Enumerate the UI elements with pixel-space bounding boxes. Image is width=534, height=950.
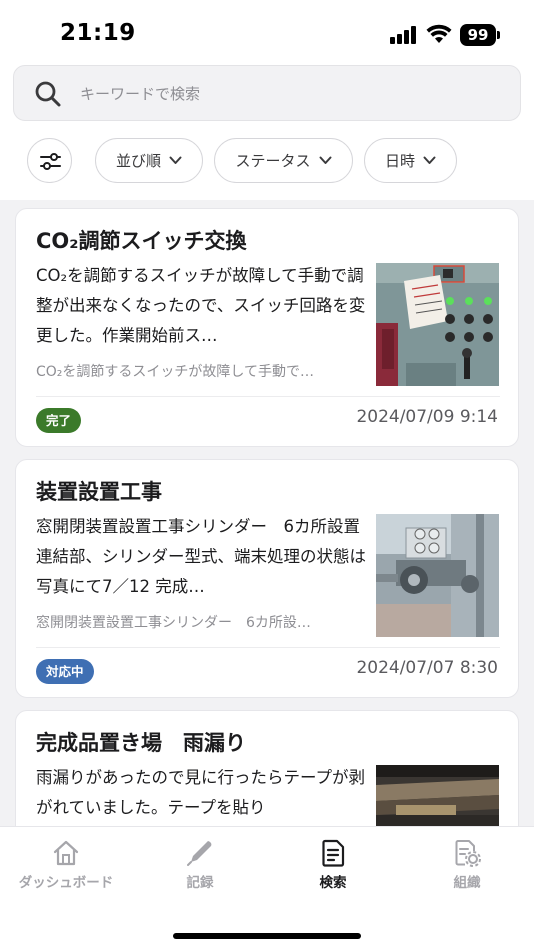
organization-gear-icon bbox=[455, 840, 481, 867]
report-datetime: 2024/07/09 9:14 bbox=[356, 407, 498, 427]
report-title: 完成品置き場 雨漏り bbox=[36, 731, 246, 755]
report-list: CO₂調節スイッチ交換 CO₂を調節するスイッチが故障して手動で調整が出来なくな… bbox=[0, 200, 534, 826]
pen-icon bbox=[187, 841, 212, 866]
report-datetime: 2024/07/07 8:30 bbox=[356, 658, 498, 678]
chevron-down-icon bbox=[169, 156, 182, 164]
date-dropdown[interactable]: 日時 bbox=[364, 138, 457, 183]
tab-dashboard-label: ダッシュボード bbox=[18, 875, 114, 891]
report-card[interactable]: CO₂調節スイッチ交換 CO₂を調節するスイッチが故障して手動で調整が出来なくな… bbox=[15, 208, 519, 447]
home-indicator bbox=[173, 933, 361, 939]
filter-row: 並び順 ステータス 日時 bbox=[0, 138, 534, 184]
status-filter-label: ステータス bbox=[235, 152, 311, 170]
filter-settings-button[interactable] bbox=[27, 138, 72, 183]
tab-organization[interactable]: 組織 bbox=[407, 839, 527, 893]
report-description: 雨漏りがあったので見に行ったらテープが剥がれていました。テープを貼り bbox=[36, 768, 366, 817]
report-title: CO₂調節スイッチ交換 bbox=[36, 229, 247, 253]
tab-search-label: 検索 bbox=[319, 875, 347, 891]
sort-dropdown[interactable]: 並び順 bbox=[95, 138, 203, 183]
card-divider bbox=[36, 647, 500, 648]
cellular-signal-icon bbox=[390, 26, 418, 44]
home-icon bbox=[53, 840, 79, 866]
report-thumbnail bbox=[376, 263, 499, 386]
status-bar: 21:19 99 bbox=[0, 0, 534, 62]
status-badge: 完了 bbox=[36, 408, 82, 433]
report-description: CO₂を調節するスイッチが故障して手動で調整が出来なくなったので、スイッチ回路を… bbox=[36, 266, 366, 345]
report-preview: CO₂を調節するスイッチが故障して手動で… bbox=[36, 364, 314, 380]
report-thumbnail bbox=[376, 765, 499, 826]
report-description: 窓開閉装置設置工事シリンダー 6カ所設置連結部、シリンダー型式、端末処理の状態は… bbox=[36, 517, 366, 596]
wifi-icon bbox=[426, 24, 452, 43]
report-title: 装置設置工事 bbox=[36, 480, 162, 504]
header-area: 21:19 99 並び順 bbox=[0, 0, 534, 200]
battery-indicator: 99 bbox=[460, 24, 500, 46]
search-icon bbox=[35, 81, 61, 107]
tab-bar: ダッシュボード 記録 検索 組織 bbox=[0, 826, 534, 950]
tab-organization-label: 組織 bbox=[453, 875, 481, 891]
report-card[interactable]: 完成品置き場 雨漏り 雨漏りがあったので見に行ったらテープが剥がれていました。テ… bbox=[15, 710, 519, 826]
chevron-down-icon bbox=[423, 156, 436, 164]
document-search-icon bbox=[322, 839, 345, 867]
tab-dashboard[interactable]: ダッシュボード bbox=[6, 839, 126, 893]
clock: 21:19 bbox=[60, 20, 136, 46]
sort-label: 並び順 bbox=[115, 152, 161, 170]
tab-search[interactable]: 検索 bbox=[273, 839, 393, 893]
date-filter-label: 日時 bbox=[384, 152, 415, 170]
status-badge: 対応中 bbox=[36, 659, 94, 684]
report-preview: 窓開閉装置設置工事シリンダー 6カ所設… bbox=[36, 615, 311, 631]
sliders-icon bbox=[40, 153, 61, 170]
search-bar[interactable] bbox=[13, 65, 521, 121]
report-card[interactable]: 装置設置工事 窓開閉装置設置工事シリンダー 6カ所設置連結部、シリンダー型式、端… bbox=[15, 459, 519, 698]
report-thumbnail bbox=[376, 514, 499, 637]
search-input[interactable] bbox=[80, 80, 500, 108]
tab-record[interactable]: 記録 bbox=[140, 839, 260, 893]
card-divider bbox=[36, 396, 500, 397]
status-dropdown[interactable]: ステータス bbox=[214, 138, 353, 183]
chevron-down-icon bbox=[319, 156, 331, 164]
tab-record-label: 記録 bbox=[186, 875, 214, 891]
